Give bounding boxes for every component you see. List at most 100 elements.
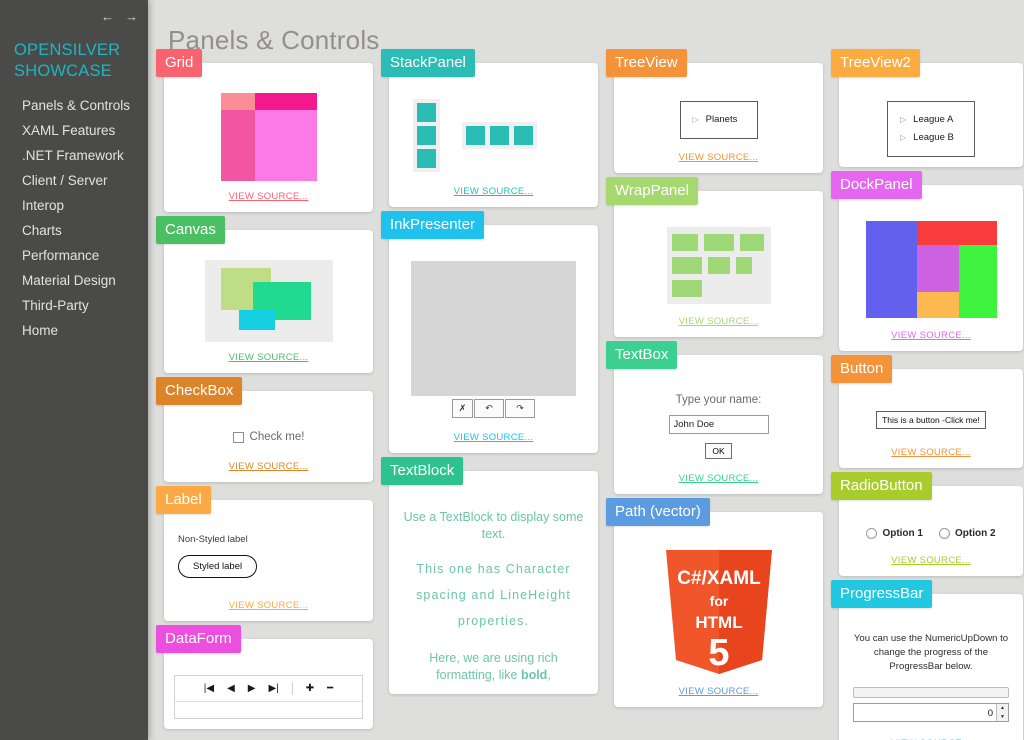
checkbox-label: Check me! <box>249 431 305 443</box>
card-dataform: DataForm |◀ ◀ ▶ ▶| ✚ ━ <box>156 625 373 729</box>
card-dataform-body: |◀ ◀ ▶ ▶| ✚ ━ <box>174 661 363 719</box>
radio-option-2[interactable]: Option 2 <box>939 528 996 539</box>
first-record-icon[interactable]: |◀ <box>204 683 214 694</box>
path-logo-line2: for <box>709 593 728 609</box>
card-stackpanel-title: StackPanel <box>381 49 475 77</box>
wrappanel-demo <box>666 227 771 304</box>
brand-line-2: SHOWCASE <box>14 62 112 80</box>
radio-option-1[interactable]: Option 1 <box>866 528 923 539</box>
grid-cell-0 <box>220 93 255 110</box>
name-input[interactable] <box>668 415 769 434</box>
sidebar-item-third-party[interactable]: Third-Party <box>0 293 148 318</box>
view-source-link-textbox[interactable]: VIEW SOURCE... <box>624 473 813 484</box>
card-stackpanel-body: VIEW SOURCE... <box>399 85 588 197</box>
sidebar: ← → OPENSILVER SHOWCASE Panels & Control… <box>0 0 148 740</box>
spinner-up-icon[interactable]: ▲ <box>997 704 1008 713</box>
view-source-link-canvas[interactable]: VIEW SOURCE... <box>174 352 363 363</box>
treeview2-control: ▷ League A ▷ League B <box>887 101 975 157</box>
treeview-control: ▷ Planets <box>679 101 758 139</box>
view-source-link-path[interactable]: VIEW SOURCE... <box>624 686 813 697</box>
card-dataform-title: DataForm <box>156 625 241 653</box>
path-logo-line4: 5 <box>708 632 729 674</box>
cards-column-1: Grid VIEW SOURCE... Canvas VIEW SOURCE..… <box>148 49 373 740</box>
view-source-link-grid[interactable]: VIEW SOURCE... <box>174 191 363 202</box>
view-source-link-radiobutton[interactable]: VIEW SOURCE... <box>849 555 1013 566</box>
numeric-value[interactable]: 0 <box>854 704 996 721</box>
dock-region-bottom <box>916 292 959 318</box>
dock-right-stack <box>916 221 997 318</box>
stackpanel-box <box>417 149 436 168</box>
add-record-icon[interactable]: ✚ <box>306 683 314 694</box>
spinner-down-icon[interactable]: ▼ <box>997 712 1008 721</box>
sidebar-nav-list: Panels & Controls XAML Features .NET Fra… <box>0 93 148 343</box>
sidebar-item-net-framework[interactable]: .NET Framework <box>0 143 148 168</box>
card-stackpanel: StackPanel VIEW SOURCE... <box>381 49 598 207</box>
card-grid-title: Grid <box>156 49 203 77</box>
card-button: Button This is a button -Click me! VIEW … <box>831 355 1023 468</box>
last-record-icon[interactable]: ▶| <box>268 683 278 694</box>
view-source-link-wrappanel[interactable]: VIEW SOURCE... <box>624 316 813 327</box>
treeview2-node[interactable]: ▷ League A <box>900 111 962 129</box>
view-source-link-label[interactable]: VIEW SOURCE... <box>174 600 363 611</box>
sidebar-item-client-server[interactable]: Client / Server <box>0 168 148 193</box>
forward-arrow-icon[interactable]: → <box>125 10 138 23</box>
sidebar-item-charts[interactable]: Charts <box>0 218 148 243</box>
card-checkbox: CheckBox Check me! VIEW SOURCE... <box>156 377 373 482</box>
treeview2-node-label: League A <box>913 114 954 125</box>
expand-chevron-icon[interactable]: ▷ <box>900 129 906 147</box>
ok-button[interactable]: OK <box>705 443 732 459</box>
card-checkbox-title: CheckBox <box>156 377 243 405</box>
radio-option-2-label: Option 2 <box>955 528 996 539</box>
view-source-link-treeview[interactable]: VIEW SOURCE... <box>624 152 813 163</box>
treeview-node[interactable]: ▷ Planets <box>693 111 745 129</box>
card-path: Path (vector) C#/XAML for HTML 5 VIEW SO… <box>606 498 823 707</box>
undo-stroke-icon[interactable]: ↶ <box>474 399 504 418</box>
numeric-up-down[interactable]: 0 ▲ ▼ <box>853 703 1009 722</box>
dock-region-top <box>916 221 997 245</box>
card-wrappanel: WrapPanel VIEW SOURCE... <box>606 177 823 337</box>
view-source-link-stackpanel[interactable]: VIEW SOURCE... <box>399 186 588 197</box>
radio-circle-icon[interactable] <box>866 528 878 539</box>
sidebar-item-xaml-features[interactable]: XAML Features <box>0 118 148 143</box>
dock-region-left <box>865 221 917 318</box>
wrappanel-box <box>707 257 730 274</box>
view-source-link-dockpanel[interactable]: VIEW SOURCE... <box>849 330 1013 341</box>
sidebar-item-material-design[interactable]: Material Design <box>0 268 148 293</box>
checkbox-control[interactable]: Check me! <box>174 431 363 443</box>
back-arrow-icon[interactable]: ← <box>101 10 114 23</box>
demo-click-me-button[interactable]: This is a button -Click me! <box>876 411 986 429</box>
sidebar-item-panels-and-controls[interactable]: Panels & Controls <box>0 93 148 118</box>
nav-arrows: ← → <box>101 10 138 23</box>
card-textblock: TextBlock Use a TextBlock to display som… <box>381 457 598 694</box>
treeview-node-label: Planets <box>705 114 738 125</box>
wrappanel-box <box>703 234 734 251</box>
wrappanel-box <box>671 280 702 297</box>
sidebar-item-home[interactable]: Home <box>0 318 148 343</box>
stackpanel-box <box>417 126 436 145</box>
brand-logo[interactable]: OPENSILVER SHOWCASE <box>14 40 120 82</box>
radio-circle-icon[interactable] <box>939 528 950 539</box>
card-radiobutton-title: RadioButton <box>831 472 932 500</box>
sidebar-item-interop[interactable]: Interop <box>0 193 148 218</box>
card-progressbar: ProgressBar You can use the NumericUpDow… <box>831 580 1023 740</box>
wrappanel-box <box>735 257 752 274</box>
wrappanel-box <box>739 234 764 251</box>
sidebar-item-performance[interactable]: Performance <box>0 243 148 268</box>
expand-chevron-icon[interactable]: ▷ <box>900 111 906 129</box>
ink-drawing-surface[interactable] <box>411 261 576 396</box>
next-record-icon[interactable]: ▶ <box>248 683 256 694</box>
previous-record-icon[interactable]: ◀ <box>227 683 235 694</box>
checkbox-square-icon[interactable] <box>232 431 244 443</box>
view-source-link-checkbox[interactable]: VIEW SOURCE... <box>174 461 363 472</box>
delete-record-icon[interactable]: ━ <box>327 683 333 694</box>
redo-stroke-icon[interactable]: ↷ <box>505 399 535 418</box>
expand-chevron-icon[interactable]: ▷ <box>693 111 699 129</box>
clear-ink-icon[interactable]: ✗ <box>452 399 473 418</box>
treeview2-node[interactable]: ▷ League B <box>900 129 962 147</box>
view-source-link-inkpresenter[interactable]: VIEW SOURCE... <box>399 432 588 443</box>
view-source-link-button[interactable]: VIEW SOURCE... <box>849 447 1013 458</box>
card-treeview: TreeView ▷ Planets VIEW SOURCE... <box>606 49 823 173</box>
dataform-control: |◀ ◀ ▶ ▶| ✚ ━ <box>174 675 363 719</box>
card-button-title: Button <box>831 355 893 383</box>
cards-grid: Grid VIEW SOURCE... Canvas VIEW SOURCE..… <box>148 49 1024 740</box>
